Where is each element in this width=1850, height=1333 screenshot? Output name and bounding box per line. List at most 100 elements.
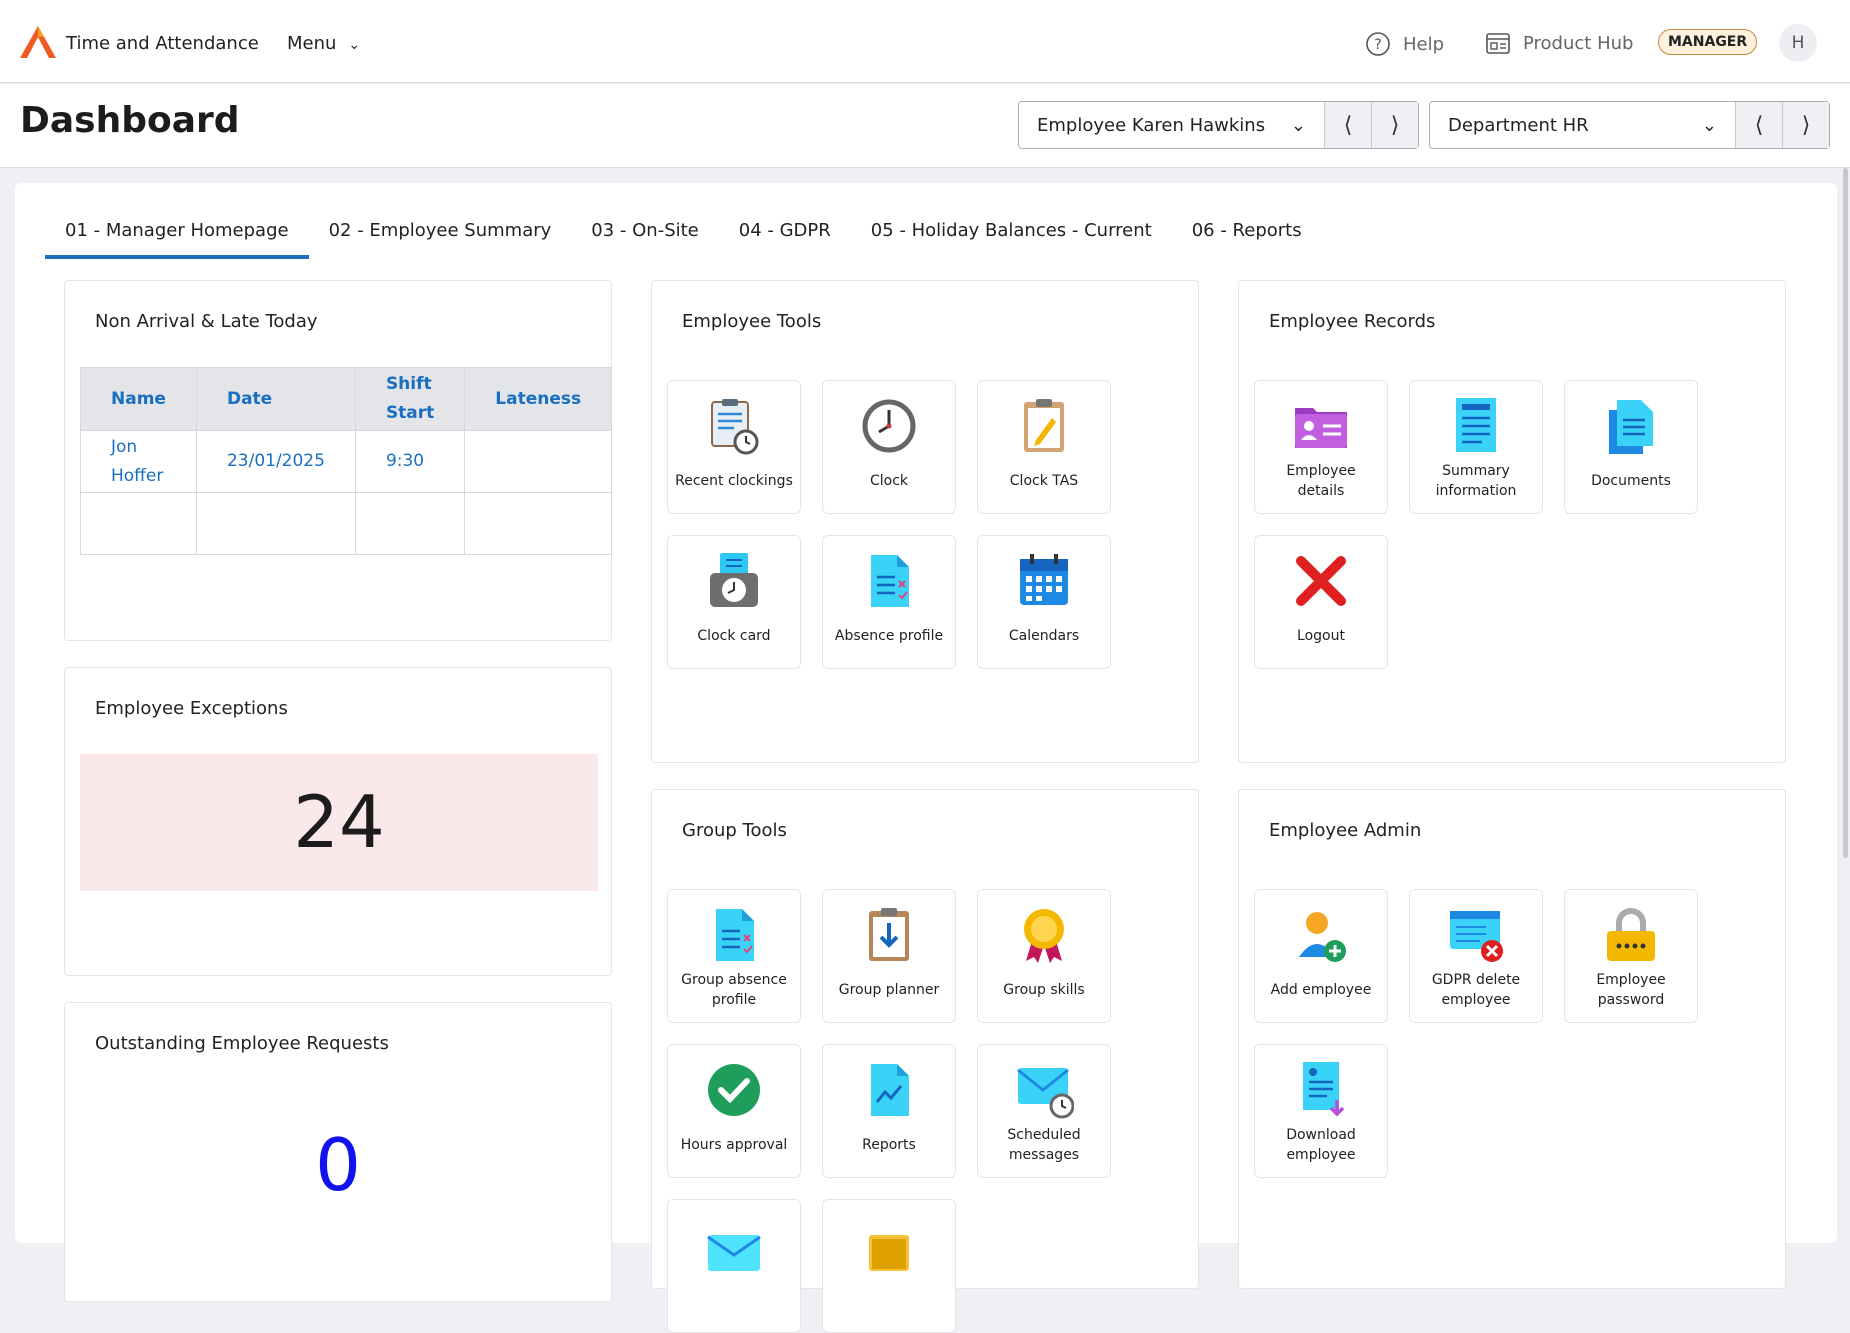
tile-label: Calendars: [1003, 614, 1085, 658]
tile-add-employee[interactable]: Add employee: [1254, 889, 1388, 1023]
tile-recent-clockings[interactable]: Recent clockings: [667, 380, 801, 514]
employee-tools-panel: Employee Tools Recent clockingsClockCloc…: [651, 280, 1199, 763]
tile-hours-approval[interactable]: Hours approval: [667, 1044, 801, 1178]
tile-envelope[interactable]: [667, 1199, 801, 1333]
next-employee-button[interactable]: ⟩: [1371, 102, 1418, 148]
tile-label: [728, 1278, 740, 1322]
panel-title: Employee Admin: [1269, 820, 1421, 841]
tile-employee-password[interactable]: Employee password: [1564, 889, 1698, 1023]
menu-label: Menu: [287, 33, 336, 54]
column-header-name[interactable]: Name: [81, 368, 197, 431]
department-select[interactable]: Department HR ⌄: [1430, 102, 1735, 148]
download-doc-icon: [1291, 1057, 1351, 1123]
tile-logout[interactable]: Logout: [1254, 535, 1388, 669]
tile-absence-profile[interactable]: Absence profile: [822, 535, 956, 669]
tile-grid: Add employee GDPR delete employee Employee…: [1254, 889, 1698, 1178]
calendar-icon: [1014, 548, 1074, 614]
chevron-down-icon: ⌄: [1702, 115, 1717, 136]
dashboard-tabs: 01 - Manager Homepage02 - Employee Summa…: [45, 220, 1322, 259]
doc-check-icon: [859, 548, 919, 614]
tab-01-manager-homepage[interactable]: 01 - Manager Homepage: [45, 220, 309, 259]
table-row[interactable]: Jon Hoffer23/01/20259:30: [81, 431, 612, 493]
award-icon: [1014, 902, 1074, 968]
department-select-value: Department HR: [1448, 115, 1589, 136]
cell-shift-start: [355, 493, 464, 555]
clock-icon: [859, 393, 919, 459]
product-hub-label: Product Hub: [1523, 33, 1633, 54]
tab-02-employee-summary[interactable]: 02 - Employee Summary: [309, 220, 572, 259]
employee-select-value: Employee Karen Hawkins: [1037, 115, 1265, 136]
tile-label: GDPR delete employee: [1410, 968, 1542, 1012]
tab-06-reports[interactable]: 06 - Reports: [1172, 220, 1322, 259]
product-hub-icon: [1485, 31, 1511, 55]
tile-label: Summary information: [1410, 459, 1542, 503]
tile-label: Reports: [856, 1123, 922, 1167]
non-arrival-panel: Non Arrival & Late Today Name Date Shift…: [64, 280, 612, 641]
panel-title: Outstanding Employee Requests: [95, 1033, 389, 1054]
previous-department-button[interactable]: ⟨: [1735, 102, 1782, 148]
tile-group-planner[interactable]: Group planner: [822, 889, 956, 1023]
product-hub-link[interactable]: Product Hub: [1485, 31, 1633, 55]
tile-label: Clock: [864, 459, 914, 503]
tile-group-skills[interactable]: Group skills: [977, 889, 1111, 1023]
tile-label: [883, 1278, 895, 1322]
tile-reports[interactable]: Reports: [822, 1044, 956, 1178]
tile-clock[interactable]: Clock: [822, 380, 956, 514]
tile-gdpr-delete-employee[interactable]: GDPR delete employee: [1409, 889, 1543, 1023]
avatar[interactable]: H: [1779, 24, 1817, 62]
cell-shift-start: 9:30: [355, 431, 464, 493]
tile-scheduled-messages[interactable]: Scheduled messages: [977, 1044, 1111, 1178]
tile-label: Group planner: [833, 968, 946, 1012]
table-row: [81, 493, 612, 555]
requests-count[interactable]: 0: [65, 1123, 611, 1207]
column-header-lateness[interactable]: Lateness: [465, 368, 612, 431]
help-icon: ?: [1365, 31, 1391, 57]
tile-group-absence-profile[interactable]: Group absence profile: [667, 889, 801, 1023]
next-department-button[interactable]: ⟩: [1782, 102, 1829, 148]
tile-label: Logout: [1291, 614, 1351, 658]
tile-label: Hours approval: [675, 1123, 794, 1167]
tile-download-employee[interactable]: Download employee: [1254, 1044, 1388, 1178]
tile-label: Group absence profile: [668, 968, 800, 1012]
tile-label: Clock TAS: [1004, 459, 1084, 503]
clipboard-pencil-icon: [1014, 393, 1074, 459]
non-arrival-table: Name Date Shift Start Lateness Jon Hoffe…: [80, 367, 612, 555]
tile-label: Download employee: [1255, 1123, 1387, 1167]
tile-employee-details[interactable]: Employee details: [1254, 380, 1388, 514]
check-circle-icon: [704, 1057, 764, 1123]
exceptions-count[interactable]: 24: [80, 754, 598, 891]
add-user-icon: [1291, 902, 1351, 968]
gdpr-delete-icon: [1446, 902, 1506, 968]
chevron-down-icon: ⌄: [348, 37, 360, 53]
employee-select[interactable]: Employee Karen Hawkins ⌄: [1019, 102, 1324, 148]
column-header-date[interactable]: Date: [196, 368, 355, 431]
padlock-icon: [1601, 902, 1661, 968]
app-logo-icon: [20, 26, 56, 58]
cell-name[interactable]: Jon Hoffer: [81, 431, 197, 493]
cell-date: [196, 493, 355, 555]
group-tools-panel: Group Tools Group absence profileGroup p…: [651, 789, 1199, 1289]
tile-summary-information[interactable]: Summary information: [1409, 380, 1543, 514]
tile-clock-tas[interactable]: Clock TAS: [977, 380, 1111, 514]
tile-label: Absence profile: [829, 614, 949, 658]
page-title: Dashboard: [20, 100, 240, 141]
tile-label: Group skills: [997, 968, 1090, 1012]
tile-documents[interactable]: Documents: [1564, 380, 1698, 514]
tile-calendars[interactable]: Calendars: [977, 535, 1111, 669]
tile-grid: Recent clockings Clock Clock TAS Clock card…: [667, 380, 1111, 669]
column-header-shift-start[interactable]: Shift Start: [355, 368, 464, 431]
tile-label: Scheduled messages: [978, 1123, 1110, 1167]
help-link[interactable]: ?Help: [1365, 31, 1444, 57]
tab-04-gdpr[interactable]: 04 - GDPR: [719, 220, 851, 259]
envelope-clock-icon: [1014, 1057, 1074, 1123]
tab-03-on-site[interactable]: 03 - On-Site: [571, 220, 718, 259]
scrollbar[interactable]: [1843, 168, 1848, 858]
tile-label: Documents: [1585, 459, 1677, 503]
chevron-down-icon: ⌄: [1291, 115, 1306, 136]
menu-dropdown[interactable]: Menu ⌄: [287, 33, 360, 54]
tile-clock-card[interactable]: Clock card: [667, 535, 801, 669]
tab-05-holiday-balances-current[interactable]: 05 - Holiday Balances - Current: [851, 220, 1172, 259]
previous-employee-button[interactable]: ⟨: [1324, 102, 1371, 148]
tile-label: Employee password: [1565, 968, 1697, 1012]
tile-folder-yellow[interactable]: [822, 1199, 956, 1333]
